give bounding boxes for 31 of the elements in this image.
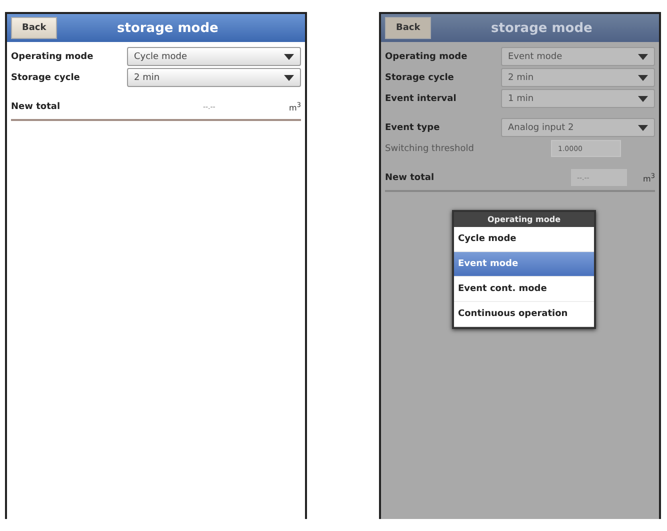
caret-icon [638,96,648,102]
option-item[interactable]: Continuous operation [454,302,594,327]
back-button[interactable]: Back [385,17,431,39]
field-label: Storage cycle [11,72,81,82]
dropdown[interactable]: 2 min [127,68,301,87]
dropdown[interactable]: 1 min [501,89,655,108]
caret-icon [638,74,648,80]
dialog-title: Operating mode [454,212,594,227]
field-label: Event interval [385,94,458,104]
dropdown[interactable]: Cycle mode [127,47,301,66]
dropdown[interactable]: Event mode [501,47,655,66]
dropdown[interactable]: 2 min [501,68,655,87]
unit-label: m$^{3}$ [288,100,301,112]
caret-icon [638,124,648,130]
screen-title: storage mode [491,20,592,36]
caret-icon [638,54,648,60]
dropdown[interactable]: Analog input 2 [501,118,655,137]
caret-icon [284,74,294,80]
field-label: New total [385,172,436,182]
unit-label: m$^{3}$ [642,172,655,184]
option-item[interactable]: Event mode [454,252,594,277]
field-label: Event type [385,122,441,132]
field-label: Switching threshold [385,144,475,154]
caret-icon [284,54,294,60]
field-label: Operating mode [385,52,468,62]
screen-title: storage mode [117,20,218,36]
option-item[interactable]: Event cont. mode [454,277,594,302]
field-label: Storage cycle [385,72,455,82]
field-label: New total [11,102,62,112]
field-label: Operating mode [11,52,94,62]
back-button[interactable]: Back [11,17,57,39]
